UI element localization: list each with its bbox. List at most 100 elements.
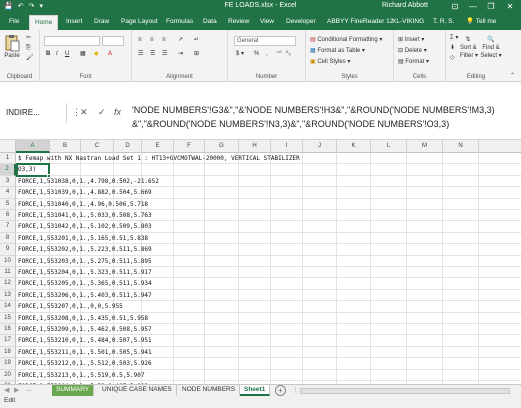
next-sheet-button[interactable]: ▶: [14, 386, 19, 394]
row-header[interactable]: 4: [0, 187, 16, 199]
italic-button[interactable]: I: [56, 50, 58, 58]
row-header[interactable]: 17: [0, 335, 16, 347]
tab-view[interactable]: View: [260, 17, 274, 27]
column-header-c[interactable]: C: [81, 140, 114, 153]
cell-styles-button[interactable]: ▣ Cell Styles ▾: [310, 58, 350, 66]
cell-a9[interactable]: FORCE,1,553202,0,1.,5.223,0.511,5.869: [18, 244, 152, 255]
select-all-button[interactable]: [0, 140, 16, 153]
row-header[interactable]: 13: [0, 289, 16, 302]
column-header-k[interactable]: K: [337, 140, 371, 153]
column-header-i[interactable]: I: [271, 140, 303, 153]
row-header[interactable]: 12: [0, 278, 16, 290]
ribbon-options-icon[interactable]: ⊡: [448, 1, 462, 12]
font-size-dropdown[interactable]: [102, 36, 124, 46]
paste-button[interactable]: Paste: [4, 34, 20, 60]
row-header[interactable]: 18: [0, 346, 16, 359]
row-header[interactable]: 5: [0, 198, 16, 210]
align-right-icon[interactable]: ☰: [162, 50, 167, 58]
tab-developer[interactable]: Developer: [286, 17, 316, 27]
cell-a2[interactable]: O3,3): [18, 164, 36, 175]
column-header-m[interactable]: M: [407, 140, 443, 153]
cell-a14[interactable]: FORCE,1,553207,0,1.,0,0,5.955: [18, 301, 123, 312]
tab-data[interactable]: Data: [203, 17, 217, 27]
tell-me-box[interactable]: 💡 Tell me: [466, 17, 496, 25]
find-select-button[interactable]: 🔍 Find & Select ▾: [480, 36, 502, 60]
align-center-icon[interactable]: ☰: [150, 50, 155, 58]
row-header[interactable]: 7: [0, 221, 16, 233]
sheet-tab-unique-case-names[interactable]: UNIQUE CASE NAMES: [98, 385, 177, 396]
column-header-l[interactable]: L: [371, 140, 407, 153]
cell-a12[interactable]: FORCE,1,553205,0,1.,5.365,0.511,5.934: [18, 278, 152, 289]
column-header-f[interactable]: F: [174, 140, 205, 153]
font-name-dropdown[interactable]: [44, 36, 100, 46]
column-header-e[interactable]: E: [142, 140, 174, 153]
row-header[interactable]: 9: [0, 244, 16, 256]
row-header[interactable]: 6: [0, 210, 16, 222]
underline-button[interactable]: U: [65, 50, 69, 58]
row-header[interactable]: 14: [0, 301, 16, 313]
cell-a4[interactable]: FORCE,1,531039,0,1.,4.882,0.504,5.669: [18, 187, 152, 198]
worksheet-grid[interactable]: ABCDEFGHIJKLMN 1 2 3 4 5 6 7 8 9 10 11 12 13 14 15 16 17…: [0, 140, 521, 384]
tab-insert[interactable]: Insert: [66, 17, 82, 27]
top-align-icon[interactable]: ≡: [138, 36, 142, 44]
conditional-formatting-button[interactable]: ▤ Conditional Formatting ▾: [310, 36, 382, 44]
wrap-text-icon[interactable]: ↵: [194, 36, 199, 44]
horizontal-scrollbar[interactable]: [300, 388, 510, 394]
tab-xl-viking[interactable]: XL-VIKING: [392, 17, 424, 27]
column-header-d[interactable]: D: [114, 140, 142, 153]
row-header[interactable]: 19: [0, 358, 16, 370]
increase-decimal-icon[interactable]: ⁺⁰: [276, 50, 282, 58]
cell-a1[interactable]: $ Femap with NX Nastran Load Set 1 : HT1…: [18, 153, 300, 164]
cell-a6[interactable]: FORCE,1,531041,0,1.,5.033,0.508,5.763: [18, 210, 152, 221]
currency-button[interactable]: $ ▾: [236, 50, 244, 58]
delete-cells-button[interactable]: ⊟ Delete ▾: [398, 47, 427, 55]
cell-a18[interactable]: FORCE,1,553211,0,1.,5.501,0.505,5.941: [18, 347, 152, 358]
column-header-n[interactable]: N: [443, 140, 479, 153]
new-sheet-button[interactable]: +: [275, 385, 286, 396]
cell-a13[interactable]: FORCE,1,553206,0,1.,5.403,0.511,5.947: [18, 290, 152, 301]
enter-button[interactable]: ✓: [98, 107, 106, 118]
bold-button[interactable]: B: [46, 50, 50, 58]
comma-button[interactable]: ,: [266, 50, 268, 58]
column-header-b[interactable]: B: [50, 140, 81, 153]
cell-a8[interactable]: FORCE,1,553201,0,1.,5.165,0.51,5.838: [18, 233, 148, 244]
row-header[interactable]: 15: [0, 312, 16, 324]
close-button[interactable]: ✕: [503, 1, 517, 12]
name-box[interactable]: INDIRE...: [4, 106, 62, 119]
row-header[interactable]: 11: [0, 267, 16, 279]
column-header-j[interactable]: J: [303, 140, 337, 153]
row-header[interactable]: 2: [0, 164, 16, 176]
format-as-table-button[interactable]: ▦ Format as Table ▾: [310, 47, 365, 55]
format-painter-icon[interactable]: 🖌: [26, 54, 34, 62]
cell-a16[interactable]: FORCE,1,553209,0,1.,5.462,0.508,5.957: [18, 324, 152, 335]
cell-a10[interactable]: FORCE,1,553203,0,1.,5.275,0.511,5.895: [18, 256, 152, 267]
column-header-g[interactable]: G: [205, 140, 239, 153]
tab-file[interactable]: File: [9, 17, 19, 27]
insert-function-button[interactable]: fx: [114, 107, 121, 117]
row-header[interactable]: 1: [0, 153, 16, 165]
fill-icon[interactable]: ⬇: [450, 44, 455, 52]
row-header[interactable]: 8: [0, 232, 16, 245]
decrease-decimal-icon[interactable]: ⁰₀: [286, 50, 291, 58]
number-format-dropdown[interactable]: General: [234, 36, 296, 46]
cell-a5[interactable]: FORCE,1,531040,0,1.,4.96,0.506,5.718: [18, 199, 148, 210]
cell-a20[interactable]: FORCE,1,553213,0,1.,5.519,0.5,5.907: [18, 370, 144, 381]
row-header[interactable]: 3: [0, 175, 16, 188]
insert-cells-button[interactable]: ⊞ Insert ▾: [398, 36, 424, 44]
cell-a3[interactable]: FORCE,1,531038,0,1.,4.798,0.502,-21.652: [18, 176, 159, 187]
tab-formulas[interactable]: Formulas: [166, 17, 193, 27]
tab-abbyy[interactable]: ABBYY FineReader 12: [327, 17, 393, 27]
tab-review[interactable]: Review: [228, 17, 249, 27]
indent-icon[interactable]: ⇥: [178, 50, 183, 58]
cut-icon[interactable]: ✂: [26, 34, 31, 42]
tab-draw[interactable]: Draw: [94, 17, 109, 27]
column-header-h[interactable]: H: [239, 140, 271, 153]
cell-a15[interactable]: FORCE,1,553208,0,1.,5.435,0.51,5.958: [18, 313, 148, 324]
user-name[interactable]: Richard Abbott: [382, 2, 428, 9]
copy-icon[interactable]: ⎘: [26, 44, 31, 52]
autosum-button[interactable]: Σ ▾: [450, 34, 458, 42]
tab-page-layout[interactable]: Page Layout: [121, 17, 158, 27]
cancel-button[interactable]: ✕: [80, 107, 88, 118]
align-left-icon[interactable]: ☰: [138, 50, 143, 58]
sort-filter-button[interactable]: ⇅ Sort & Filter ▾: [460, 36, 478, 60]
